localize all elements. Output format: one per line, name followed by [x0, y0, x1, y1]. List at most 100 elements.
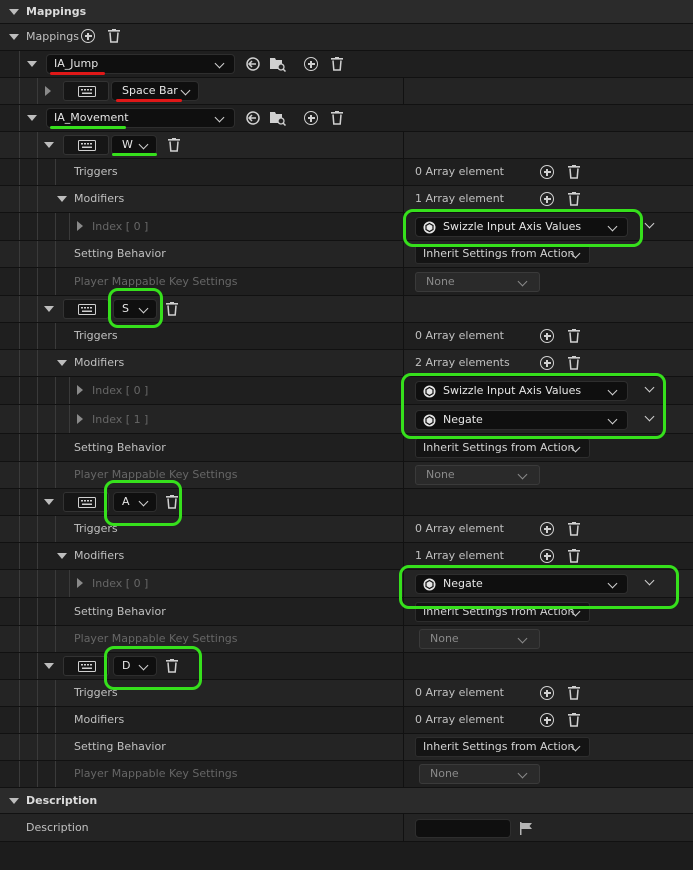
collapse-arrow-icon[interactable]	[44, 306, 54, 312]
key-row-space: Space Bar	[0, 78, 693, 105]
player-mappable-select[interactable]: None	[419, 629, 540, 649]
setting-behavior-select[interactable]: Inherit Settings from Action	[415, 438, 590, 458]
mappings-label: Mappings	[26, 30, 79, 43]
keyboard-button[interactable]	[63, 135, 109, 155]
setting-behavior-select[interactable]: Inherit Settings from Action	[415, 737, 590, 757]
section-header-description[interactable]: Description	[0, 788, 693, 814]
chevron-down-icon	[517, 768, 528, 779]
setting-behavior-select[interactable]: Inherit Settings from Action	[415, 244, 590, 264]
keyboard-button[interactable]	[63, 656, 109, 676]
keyboard-button[interactable]	[63, 492, 109, 512]
collapse-arrow-icon[interactable]	[57, 196, 67, 202]
triggers-label: Triggers	[74, 329, 118, 342]
browse-folder-icon[interactable]	[269, 56, 287, 72]
key-select[interactable]: Space Bar	[111, 81, 199, 101]
chevron-down-icon	[517, 633, 528, 644]
plus-circle-icon[interactable]	[540, 192, 554, 206]
setting-behavior-row: Setting Behavior Inherit Settings from A…	[0, 734, 693, 761]
action-name: IA_Jump	[54, 57, 99, 70]
chevron-down-icon	[517, 469, 528, 480]
plus-circle-icon[interactable]	[304, 111, 318, 125]
player-mappable-label: Player Mappable Key Settings	[74, 767, 238, 780]
modifiers-label: Modifiers	[74, 549, 125, 562]
annotation-box	[401, 373, 666, 439]
player-mappable-select[interactable]: None	[419, 764, 540, 784]
keyboard-icon	[78, 497, 96, 508]
reset-arrow-icon[interactable]	[246, 111, 260, 125]
annotation-box	[399, 565, 679, 609]
browse-folder-icon[interactable]	[269, 110, 287, 126]
triggers-row: Triggers 0 Array element	[0, 159, 693, 186]
modifier-index: Index [ 1 ]	[92, 413, 149, 426]
setting-behavior-label: Setting Behavior	[74, 740, 166, 753]
triggers-count: 0 Array element	[415, 522, 504, 535]
annotation-box	[108, 288, 163, 328]
keyboard-icon	[78, 86, 96, 97]
annotation-underline-w	[107, 131, 155, 158]
collapse-arrow-icon[interactable]	[9, 34, 19, 40]
collapse-arrow-icon[interactable]	[44, 142, 54, 148]
player-mappable-row: Player Mappable Key Settings None	[0, 268, 693, 296]
collapse-arrow-icon[interactable]	[44, 499, 54, 505]
action-row-movement: IA_Movement	[0, 105, 693, 132]
collapse-arrow-icon[interactable]	[44, 663, 54, 669]
modifiers-label: Modifiers	[74, 713, 125, 726]
player-mappable-value: None	[426, 275, 455, 288]
chevron-down-icon[interactable]	[644, 218, 655, 229]
action-row-jump: IA_Jump	[0, 51, 693, 78]
action-name: IA_Movement	[54, 111, 129, 124]
modifier-index: Index [ 0 ]	[92, 384, 149, 397]
annotation-box	[403, 209, 643, 247]
collapse-arrow-icon[interactable]	[27, 61, 37, 67]
collapse-arrow-icon[interactable]	[9, 9, 19, 15]
plus-circle-icon[interactable]	[81, 29, 95, 43]
plus-circle-icon[interactable]	[540, 686, 554, 700]
setting-behavior-value: Inherit Settings from Action	[423, 740, 575, 753]
empty-area	[0, 842, 693, 870]
player-mappable-select[interactable]: None	[415, 465, 540, 485]
collapse-arrow-icon[interactable]	[27, 115, 37, 121]
action-select[interactable]: IA_Movement	[46, 108, 235, 128]
expand-arrow-icon[interactable]	[77, 414, 83, 424]
setting-behavior-label: Setting Behavior	[74, 605, 166, 618]
section-title: Description	[26, 794, 98, 807]
plus-circle-icon[interactable]	[540, 522, 554, 536]
modifiers-count: 0 Array element	[415, 713, 504, 726]
triggers-row: Triggers 0 Array element	[0, 323, 693, 350]
description-input[interactable]	[415, 819, 511, 838]
plus-circle-icon[interactable]	[540, 549, 554, 563]
expand-arrow-icon[interactable]	[77, 221, 83, 231]
plus-circle-icon[interactable]	[540, 356, 554, 370]
plus-circle-icon[interactable]	[540, 165, 554, 179]
key-row-w: W	[0, 132, 693, 159]
annotation-box	[104, 480, 182, 526]
setting-behavior-label: Setting Behavior	[74, 247, 166, 260]
setting-behavior-value: Inherit Settings from Action	[423, 441, 575, 454]
collapse-arrow-icon[interactable]	[9, 798, 19, 804]
setting-behavior-value: Inherit Settings from Action	[423, 247, 575, 260]
player-mappable-select[interactable]: None	[415, 272, 540, 292]
description-label: Description	[26, 821, 89, 834]
action-select[interactable]: IA_Jump	[46, 54, 235, 74]
collapse-arrow-icon[interactable]	[57, 360, 67, 366]
description-row: Description	[0, 814, 693, 842]
keyboard-button[interactable]	[63, 81, 109, 101]
section-title: Mappings	[26, 5, 87, 18]
key-row-s: S	[0, 296, 693, 323]
triggers-count: 0 Array element	[415, 329, 504, 342]
plus-circle-icon[interactable]	[304, 57, 318, 71]
collapse-arrow-icon[interactable]	[57, 553, 67, 559]
keyboard-button[interactable]	[63, 299, 109, 319]
section-header-mappings[interactable]: Mappings	[0, 0, 693, 24]
reset-arrow-icon[interactable]	[246, 57, 260, 71]
expand-arrow-icon[interactable]	[45, 86, 51, 96]
expand-arrow-icon[interactable]	[77, 578, 83, 588]
key-value: Space Bar	[122, 84, 178, 97]
keyboard-icon	[78, 661, 96, 672]
flag-icon[interactable]	[519, 822, 533, 835]
plus-circle-icon[interactable]	[540, 329, 554, 343]
plus-circle-icon[interactable]	[540, 713, 554, 727]
expand-arrow-icon[interactable]	[77, 385, 83, 395]
player-mappable-value: None	[430, 767, 459, 780]
triggers-label: Triggers	[74, 165, 118, 178]
